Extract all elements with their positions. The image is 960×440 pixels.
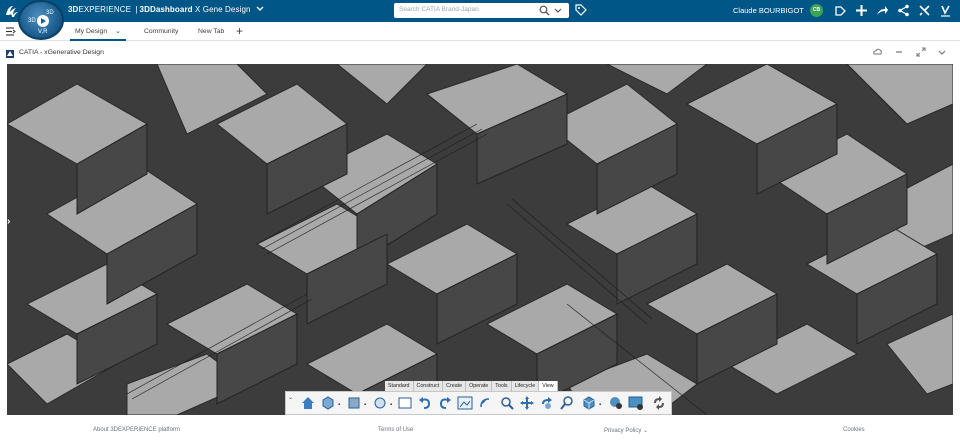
submenu-indicator[interactable]: ▪ xyxy=(338,402,340,408)
generative-geometry xyxy=(7,64,953,415)
catia-app-icon xyxy=(6,50,14,58)
tab-new-tab[interactable]: New Tab xyxy=(198,22,224,41)
action-bar-tabs: Standard Construct Create Operate Tools … xyxy=(385,381,558,391)
top-bar: 3D 3D V,R 3DEXPERIENCE | 3DDashboard X Ge… xyxy=(0,0,960,40)
avatar[interactable]: CB xyxy=(810,4,823,17)
privacy-label: Privacy Policy xyxy=(604,428,642,434)
zoom-area-icon[interactable] xyxy=(559,395,575,411)
share-icon[interactable] xyxy=(897,4,910,17)
screen-capture-icon[interactable] xyxy=(628,395,644,411)
sync-icon[interactable] xyxy=(651,395,667,411)
tab-label: New Tab xyxy=(198,28,225,35)
action-tab-lifecycle[interactable]: Lifecycle xyxy=(511,381,540,391)
chevron-down-icon[interactable] xyxy=(256,6,264,12)
brand-3d: 3D xyxy=(68,5,79,14)
maximize-icon[interactable] xyxy=(916,47,926,57)
capture-icon[interactable] xyxy=(608,395,624,411)
terms-link[interactable]: Terms of Use xyxy=(378,427,413,433)
add-tab-icon[interactable]: + xyxy=(236,24,243,38)
action-tab-operate[interactable]: Operate xyxy=(466,381,493,391)
submenu-indicator[interactable]: ▪ xyxy=(364,402,366,408)
user-name[interactable]: Claude BOURBIGOT xyxy=(733,6,804,15)
tab-community[interactable]: Community xyxy=(144,22,178,41)
about-link[interactable]: About 3DEXPERIENCE platform xyxy=(93,427,180,433)
action-tab-construct[interactable]: Construct xyxy=(413,381,444,391)
minimize-icon[interactable] xyxy=(894,47,904,57)
brand-app: 3DDashboard xyxy=(139,5,193,14)
compass-play-icon[interactable] xyxy=(37,15,49,27)
action-tab-create[interactable]: Create xyxy=(443,381,467,391)
notifications-icon[interactable] xyxy=(834,4,847,17)
chevron-down-icon[interactable] xyxy=(937,47,947,57)
tag-icon[interactable] xyxy=(575,4,587,16)
compass-west-label: 3D xyxy=(28,18,36,24)
view-mode-icon[interactable] xyxy=(320,395,336,411)
cube-view-icon[interactable] xyxy=(581,395,597,411)
action-bar-collapse-icon[interactable]: ⌄ xyxy=(288,394,293,401)
cloud-icon[interactable] xyxy=(872,47,882,57)
share-forward-icon[interactable] xyxy=(876,4,889,17)
rotate-icon[interactable] xyxy=(539,395,555,411)
zoom-fit-icon[interactable] xyxy=(499,395,515,411)
privacy-link[interactable]: Privacy Policy ⌄ xyxy=(604,427,648,434)
footer: About 3DEXPERIENCE platform Terms of Use… xyxy=(0,419,960,440)
widget-header: CATIA - xGenerative Design xyxy=(0,42,960,63)
compass-south-label: V,R xyxy=(38,29,48,35)
submenu-indicator[interactable]: ▪ xyxy=(599,402,601,408)
3d-viewport[interactable] xyxy=(7,64,953,415)
search-box[interactable]: Search CATIA Brand-Japan xyxy=(394,3,569,18)
redo-icon[interactable] xyxy=(437,395,453,411)
pan-icon[interactable] xyxy=(519,395,535,411)
action-tab-view[interactable]: View xyxy=(539,381,558,391)
side-panel-expand-icon[interactable]: › xyxy=(7,216,10,227)
tab-my-design[interactable]: My Design ⌄ xyxy=(70,22,126,41)
widget-title: CATIA - xGenerative Design xyxy=(19,49,104,56)
image-icon[interactable] xyxy=(457,395,473,411)
tools-icon[interactable] xyxy=(918,4,931,17)
search-icon[interactable] xyxy=(539,5,550,16)
hide-show-icon[interactable] xyxy=(372,395,388,411)
view-selector-icon[interactable] xyxy=(397,395,413,411)
brand-separator: | xyxy=(135,5,138,14)
search-input[interactable]: Search CATIA Brand-Japan xyxy=(399,6,479,13)
action-bar: ⌄ ▪ ▪ ▪ ▪ xyxy=(285,391,672,415)
dashboard-name: X Gene Design xyxy=(194,5,251,14)
tab-label: Community xyxy=(144,28,179,35)
chevron-down-icon[interactable]: ⌄ xyxy=(115,28,121,35)
add-icon[interactable] xyxy=(855,4,868,17)
search-dropdown-icon[interactable] xyxy=(554,4,562,16)
brand-title[interactable]: 3DEXPERIENCE | 3DDashboard X Gene Design xyxy=(68,5,264,14)
home-view-icon[interactable] xyxy=(300,395,316,411)
render-style-icon[interactable] xyxy=(346,395,362,411)
undo-icon[interactable] xyxy=(417,395,433,411)
compass-widget[interactable]: 3D 3D V,R xyxy=(18,0,64,40)
action-tab-tools[interactable]: Tools xyxy=(492,381,512,391)
brand-experience: EXPERIENCE xyxy=(78,5,132,14)
cookies-link[interactable]: Cookies xyxy=(843,427,865,433)
wireless-icon[interactable] xyxy=(477,395,493,411)
tab-label: My Design xyxy=(75,28,108,35)
tab-bar: My Design ⌄ Community New Tab + xyxy=(0,22,960,41)
compass-north-east-label: 3D xyxy=(46,10,54,16)
chevron-down-icon: ⌄ xyxy=(643,428,649,434)
help-icon[interactable] xyxy=(939,4,952,17)
submenu-indicator[interactable]: ▪ xyxy=(390,402,392,408)
menu-toggle-icon[interactable] xyxy=(6,27,16,36)
action-tab-standard[interactable]: Standard xyxy=(385,381,414,391)
